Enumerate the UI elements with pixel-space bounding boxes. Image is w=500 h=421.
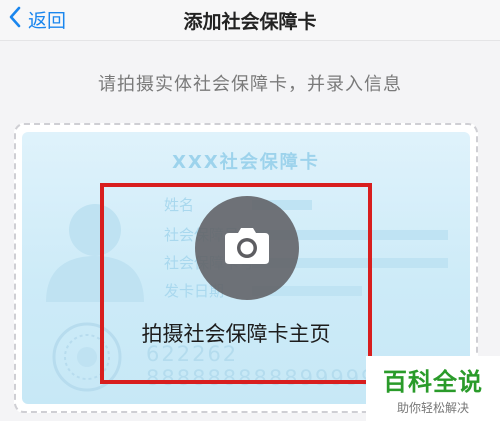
- capture-label: 拍摄社会保障卡主页: [141, 322, 331, 346]
- watermark-brand: 百科全说: [383, 368, 483, 396]
- nav-bar: 返回 添加社会保障卡: [0, 0, 500, 41]
- camera-button[interactable]: [195, 196, 299, 300]
- camera-icon: [224, 227, 270, 269]
- page-title: 添加社会保障卡: [183, 11, 317, 33]
- card-sample-title: XXX社会保障卡: [172, 152, 320, 173]
- watermark-logo: 百科全说 助你轻松解决: [366, 356, 500, 421]
- watermark-slogan: 助你轻松解决: [396, 401, 469, 415]
- instruction-text: 请拍摄实体社会保障卡，并录入信息: [98, 74, 402, 95]
